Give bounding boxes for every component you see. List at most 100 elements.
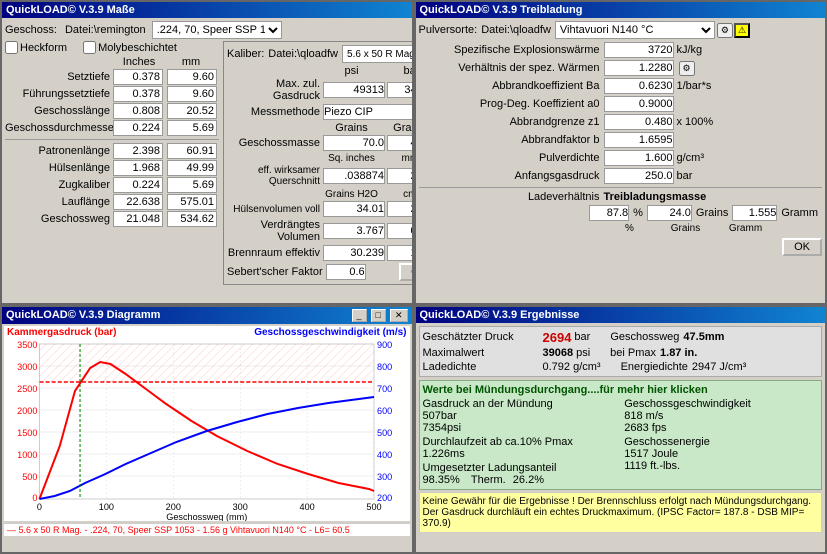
messmethode-input[interactable] [323,104,414,120]
setztiefe-mm-input[interactable] [167,69,217,85]
anfangsgasdruck-input[interactable] [604,168,674,184]
geschossdurchmesser-inches-input[interactable] [113,120,163,136]
lauflaenge-inches-input[interactable] [113,194,163,210]
waermen-calc-button[interactable]: ⚙ [679,61,695,76]
geschossweg-mm-input[interactable] [167,211,217,227]
kaliber-select[interactable]: 5.6 x 50 R Mag. [342,45,413,63]
abbrandkoeff-input[interactable] [604,78,674,94]
lv-val3-input[interactable] [732,205,777,221]
geschossgeschw-label: Geschossgeschwindigkeit [624,398,818,410]
waermen-input[interactable] [604,60,674,76]
huelsenvolumen-cm3-input[interactable] [387,201,414,217]
mass-panel-title: QuickLOAD© V.3.9 Maße [2,2,412,18]
therm-value: 26.2% [513,474,544,486]
svg-text:2500: 2500 [17,384,37,394]
sebert-input[interactable] [326,264,366,280]
geschossmasse-grains-input[interactable] [323,135,385,151]
huelsenlaenge-inches-input[interactable] [113,160,163,176]
ergebnis-note-text: Keine Gewähr für die Ergebnisse ! Der Br… [423,496,812,529]
zugkaliber-inches-input[interactable] [113,177,163,193]
geschossmasse-gramm-input[interactable] [387,135,414,151]
huelsenvolumen-grains-input[interactable] [323,201,385,217]
ergebnis-panel: QuickLOAD© V.3.9 Ergebnisse Geschätzter … [414,305,827,554]
abbrandgrenze-unit: x 100% [677,116,714,128]
svg-text:500: 500 [377,428,392,438]
max-gasdruck-psi-input[interactable] [323,82,385,98]
patronenlaenge-label: Patronenlänge [5,145,113,157]
patronenlaenge-inches-input[interactable] [113,143,163,159]
setztiefe-inches-input[interactable] [113,69,163,85]
lv-unit1: % [633,207,643,219]
geschossdurchmesser-row: Geschossdurchmesser [5,120,219,136]
lauflaenge-mm-input[interactable] [167,194,217,210]
abbrandgrenze-input[interactable] [604,114,674,130]
eff-sq-input[interactable] [323,168,385,184]
geschosslaenge-row: Geschosslänge [5,103,219,119]
gasdruck-label: Gasdruck an der Mündung [423,398,617,410]
geschossenergie-val1: 1517 Joule [624,448,678,460]
pulverdichte-input[interactable] [604,150,674,166]
lv-val1-input[interactable] [589,205,629,221]
diagramm-maximize-button[interactable]: □ [371,309,386,322]
mundung-section[interactable]: Werte bei Mündungsdurchgang....für mehr … [419,380,823,490]
molybeschichtet-checkbox[interactable] [83,41,96,54]
geschossdurchmesser-mm-input[interactable] [167,120,217,136]
geschaetzter-unit: bar [574,331,590,343]
verdraengtes-val2-input[interactable] [387,223,414,239]
ergebnis-title-text: QuickLOAD© V.3.9 Ergebnisse [420,309,580,321]
chart-title-left: Kammergasdruck (bar) [7,327,117,338]
explosionswaerme-input[interactable] [604,42,674,58]
geschossgeschw-val2: 2683 fps [624,422,666,434]
abbrandfaktor-input[interactable] [604,132,674,148]
fuehrungssetztiefe-mm-input[interactable] [167,86,217,102]
col-inches-header: Inches [113,56,165,68]
mass-ok-button[interactable]: OK [399,263,413,281]
huelsenlaenge-mm-input[interactable] [167,160,217,176]
zugkaliber-mm-input[interactable] [167,177,217,193]
pulversorte-select[interactable]: Vihtavuori N140 °C [555,21,715,39]
geschossweg-inches-input[interactable] [113,211,163,227]
max-gasdruck-label: Max. zul. Gasdruck [227,78,323,102]
kaliber-section: Kaliber: Datei:\qloadfw 5.6 x 50 R Mag. … [223,41,414,285]
lauflaenge-row: Lauflänge [5,194,219,210]
pulversorte-settings-button[interactable]: ⚙ [717,23,733,38]
geschosslaenge-inches-input[interactable] [113,103,163,119]
fuehrungssetztiefe-label: Führungssetztiefe [5,88,113,100]
geschosslaenge-mm-input[interactable] [167,103,217,119]
maximalwert-value: 39068 [543,347,574,359]
mundung-title: Werte bei Mündungsdurchgang....für mehr … [423,384,819,396]
ergebnis-note: Keine Gewähr für die Ergebnisse ! Der Br… [419,492,823,533]
svg-text:200: 200 [166,502,181,512]
geschoss-row: Geschoss: Datei:\remington .224, 70, Spe… [5,21,409,39]
brennraum-val2-input[interactable] [387,245,414,261]
geschoss-select[interactable]: .224, 70, Speer SSP 1053 [152,21,282,39]
fuehrungssetztiefe-inches-input[interactable] [113,86,163,102]
ergebnis-panel-title: QuickLOAD© V.3.9 Ergebnisse [416,307,826,323]
geschossmasse-label: Geschossmasse [227,137,323,149]
fuehrungssetztiefe-row: Führungssetztiefe [5,86,219,102]
pulversorte-warning-button[interactable]: ⚠ [734,23,750,38]
umgesetzter-value: 98.35% [423,474,460,486]
eff-mm2-input[interactable] [387,168,414,184]
zugkaliber-label: Zugkaliber [5,179,113,191]
heckform-checkbox[interactable] [5,41,18,54]
verdraengtes-val1-input[interactable] [323,223,385,239]
max-gasdruck-bar-input[interactable] [387,82,414,98]
ladedichte-label: Ladedichte [423,361,543,373]
svg-text:800: 800 [377,362,392,372]
progdeg-row: Prog-Deg. Koeffizient a0 [419,96,823,112]
diagramm-close-button[interactable]: ✕ [390,309,408,322]
gasdruck-val1: 507bar [423,410,457,422]
lv-val2-input[interactable] [647,205,692,221]
chart-title-right: Geschossgeschwindigkeit (m/s) [254,327,406,338]
lv-unit3: Gramm [781,207,818,219]
treibladung-ok-button[interactable]: OK [782,238,822,256]
svg-text:400: 400 [377,450,392,460]
progdeg-input[interactable] [604,96,674,112]
lv-unit2: Grains [696,207,728,219]
brennraum-val1-input[interactable] [323,245,385,261]
svg-text:100: 100 [99,502,114,512]
diagramm-minimize-button[interactable]: _ [352,309,367,322]
messmethode-label: Messmethode [227,106,323,118]
patronenlaenge-mm-input[interactable] [167,143,217,159]
